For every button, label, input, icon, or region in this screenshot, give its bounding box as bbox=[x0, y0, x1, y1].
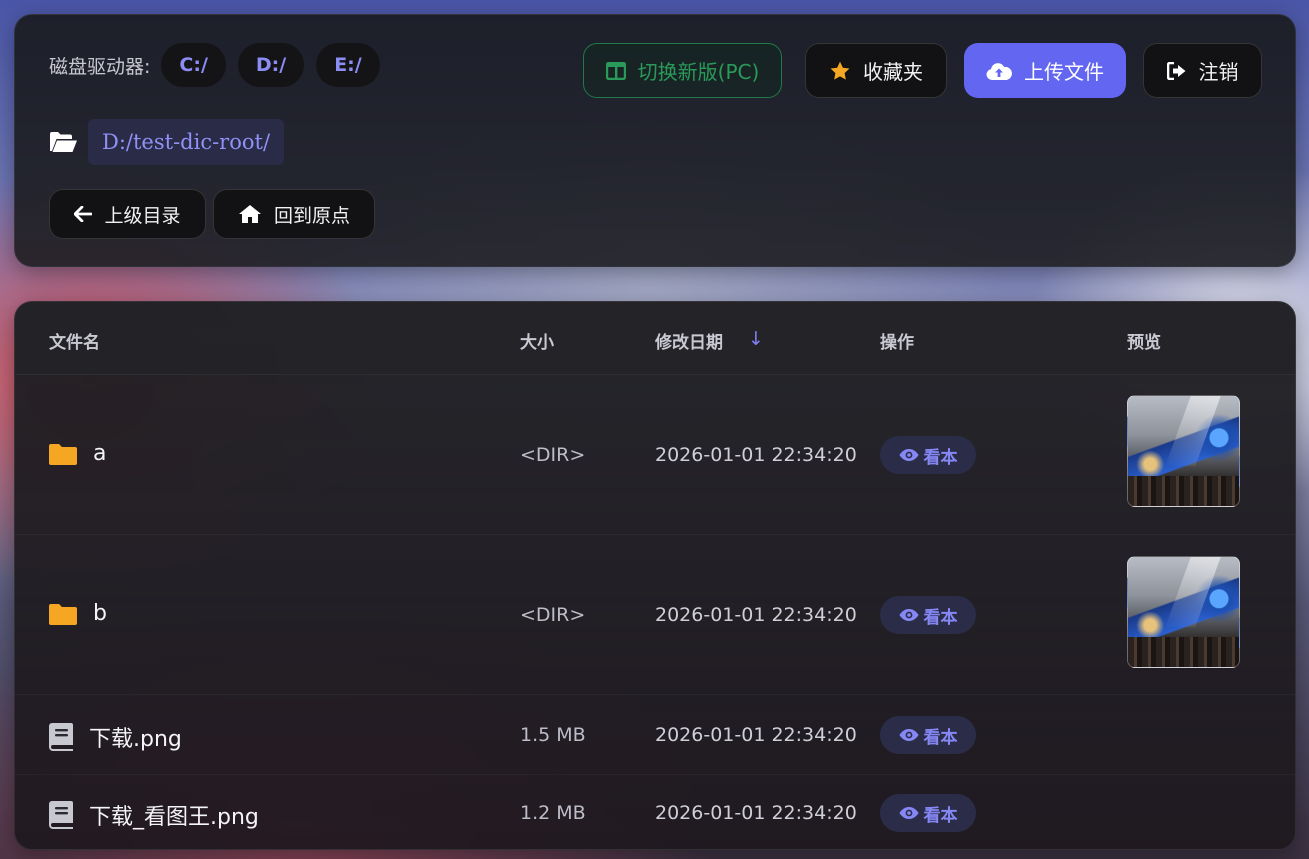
parent-directory-button[interactable]: 上级目录 bbox=[49, 189, 206, 239]
view-label: 看本 bbox=[923, 727, 958, 748]
file-name[interactable]: 下载.png bbox=[89, 721, 182, 753]
file-size: <DIR> bbox=[520, 444, 586, 466]
book-icon bbox=[49, 723, 73, 751]
eye-icon bbox=[899, 729, 918, 741]
column-header-size[interactable]: 大小 bbox=[520, 328, 554, 353]
column-header-name[interactable]: 文件名 bbox=[49, 328, 100, 353]
file-name[interactable]: a bbox=[93, 441, 106, 466]
file-name-cell[interactable]: b bbox=[49, 601, 107, 626]
table-row[interactable]: 下载_看图王.png 1.2 MB 2026-01-01 22:34:20 看本 bbox=[15, 775, 1295, 849]
current-path: D:/test-dic-root/ bbox=[88, 119, 285, 165]
home-label: 回到原点 bbox=[273, 204, 350, 227]
sign-out-icon bbox=[1166, 61, 1185, 80]
favorites-label: 收藏夹 bbox=[863, 60, 923, 84]
cloud-upload-icon bbox=[986, 62, 1012, 80]
folder-icon bbox=[49, 443, 77, 465]
toolbar-panel: 磁盘驱动器: C:/ D:/ E:/ 切换新版(PC) 收藏夹 上传文件 注销 bbox=[14, 14, 1296, 267]
table-header: 文件名 大小 修改日期 ↓ 操作 预览 bbox=[15, 302, 1295, 375]
parent-directory-label: 上级目录 bbox=[104, 204, 181, 227]
view-label: 看本 bbox=[923, 607, 958, 628]
switch-version-label: 切换新版(PC) bbox=[637, 60, 760, 84]
file-size: 1.5 MB bbox=[520, 724, 586, 746]
view-label: 看本 bbox=[923, 447, 958, 468]
view-button[interactable]: 看本 bbox=[880, 596, 976, 634]
logout-label: 注销 bbox=[1198, 60, 1239, 84]
drive-e-button[interactable]: E:/ bbox=[316, 43, 380, 87]
file-table: 文件名 大小 修改日期 ↓ 操作 预览 a <DIR> 2026-01-01 2… bbox=[14, 301, 1296, 850]
home-button[interactable]: 回到原点 bbox=[213, 189, 375, 239]
file-modified: 2026-01-01 22:34:20 bbox=[655, 604, 857, 626]
arrow-left-icon bbox=[74, 206, 93, 222]
upload-label: 上传文件 bbox=[1024, 60, 1104, 84]
file-size: <DIR> bbox=[520, 604, 586, 626]
table-row[interactable]: b <DIR> 2026-01-01 22:34:20 看本 bbox=[15, 535, 1295, 695]
file-modified: 2026-01-01 22:34:20 bbox=[655, 724, 857, 746]
book-icon bbox=[49, 801, 73, 829]
view-label: 看本 bbox=[923, 805, 958, 826]
current-path-bar: D:/test-dic-root/ bbox=[49, 119, 285, 165]
view-button[interactable]: 看本 bbox=[880, 436, 976, 474]
view-button[interactable]: 看本 bbox=[880, 716, 976, 754]
star-icon bbox=[830, 61, 850, 80]
folder-icon bbox=[49, 603, 77, 625]
upload-button[interactable]: 上传文件 bbox=[964, 43, 1126, 98]
eye-icon bbox=[899, 807, 918, 819]
drives-label: 磁盘驱动器: bbox=[49, 55, 151, 78]
favorites-button[interactable]: 收藏夹 bbox=[805, 43, 947, 98]
table-row[interactable]: a <DIR> 2026-01-01 22:34:20 看本 bbox=[15, 375, 1295, 535]
home-icon bbox=[238, 205, 261, 223]
logout-button[interactable]: 注销 bbox=[1143, 43, 1262, 98]
file-modified: 2026-01-01 22:34:20 bbox=[655, 802, 857, 824]
column-header-modified[interactable]: 修改日期 bbox=[655, 328, 723, 353]
column-header-preview: 预览 bbox=[1127, 333, 1161, 353]
drive-d-button[interactable]: D:/ bbox=[237, 43, 305, 87]
file-size: 1.2 MB bbox=[520, 802, 586, 824]
file-name-cell[interactable]: a bbox=[49, 441, 106, 466]
columns-icon bbox=[605, 61, 626, 80]
file-name-cell[interactable]: 下载.png bbox=[49, 721, 182, 753]
view-button[interactable]: 看本 bbox=[880, 794, 976, 832]
switch-version-button[interactable]: 切换新版(PC) bbox=[583, 43, 782, 98]
eye-icon bbox=[899, 449, 918, 461]
folder-open-icon bbox=[50, 132, 77, 152]
file-modified: 2026-01-01 22:34:20 bbox=[655, 444, 857, 466]
preview-thumbnail[interactable] bbox=[1127, 395, 1240, 507]
eye-icon bbox=[899, 609, 918, 621]
table-row[interactable]: 下载.png 1.5 MB 2026-01-01 22:34:20 看本 bbox=[15, 695, 1295, 775]
file-name[interactable]: b bbox=[93, 601, 107, 626]
sort-desc-icon[interactable]: ↓ bbox=[748, 328, 764, 350]
file-name[interactable]: 下载_看图王.png bbox=[89, 799, 259, 831]
drive-selector: 磁盘驱动器: C:/ D:/ E:/ bbox=[49, 43, 392, 87]
column-header-actions: 操作 bbox=[880, 333, 914, 353]
file-name-cell[interactable]: 下载_看图王.png bbox=[49, 799, 259, 831]
preview-thumbnail[interactable] bbox=[1127, 556, 1240, 668]
drive-c-button[interactable]: C:/ bbox=[161, 43, 226, 87]
